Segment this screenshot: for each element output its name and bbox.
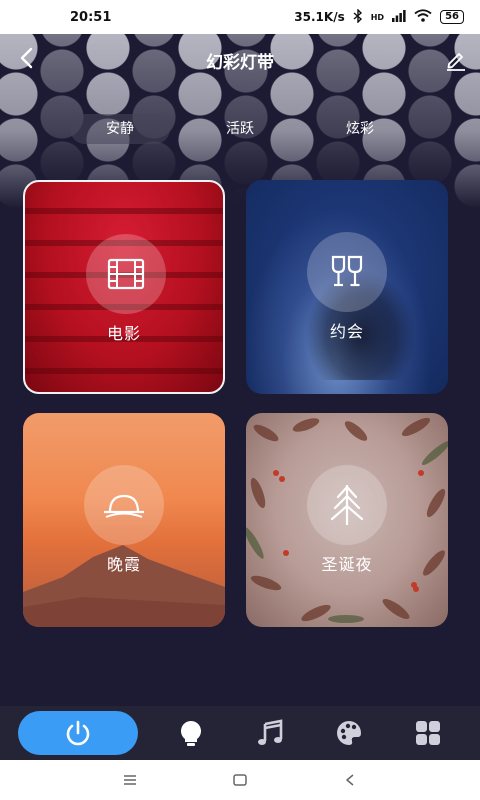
scene-label-movie: 电影: [106, 324, 141, 343]
page-title: 幻彩灯带: [206, 53, 274, 73]
status-time: 20:51: [70, 9, 112, 25]
network-speed: 35.1K/s: [294, 10, 345, 24]
scene-label-christmas-eve: 圣诞夜: [321, 555, 373, 574]
tab-quiet[interactable]: 安静: [70, 114, 170, 144]
home-button[interactable]: [228, 770, 252, 790]
recent-apps-button[interactable]: [118, 770, 142, 790]
wifi-icon: [414, 9, 432, 25]
film-icon: [107, 258, 145, 290]
tab-lively[interactable]: 活跃: [190, 114, 290, 144]
status-right: 35.1K/s HD 56: [294, 7, 464, 26]
bottom-nav: [0, 706, 480, 760]
edit-button[interactable]: [444, 48, 468, 72]
square-icon: [233, 774, 247, 786]
bulb-icon: [181, 721, 201, 746]
pencil-icon: [447, 53, 465, 71]
scene-icon-circle: [84, 465, 164, 545]
wine-glasses-icon: [331, 255, 363, 287]
nav-music-button[interactable]: [255, 718, 285, 748]
nav-more-button[interactable]: [413, 718, 443, 748]
nav-power-button[interactable]: [18, 711, 138, 755]
scene-card-christmas-eve[interactable]: 圣诞夜: [246, 413, 448, 627]
nav-bulb-button[interactable]: [176, 718, 206, 748]
system-nav-bar: [0, 760, 480, 800]
grid-icon: [416, 721, 440, 745]
christmas-tree-icon: [330, 485, 364, 525]
battery-indicator: 56: [440, 10, 464, 24]
scene-card-movie[interactable]: 电影: [23, 180, 225, 394]
signal-icon: [392, 9, 406, 25]
status-bar: 20:51 35.1K/s HD 56: [0, 0, 480, 34]
nav-palette-button[interactable]: [334, 718, 364, 748]
top-bar: 幻彩灯带: [0, 42, 480, 78]
scene-icon-circle: [86, 234, 166, 314]
palette-icon: [337, 721, 361, 745]
power-icon: [66, 720, 90, 746]
network-type: HD: [370, 12, 385, 22]
music-note-icon: [258, 719, 283, 745]
scene-icon-circle: [307, 232, 387, 312]
triangle-back-icon: [346, 774, 354, 786]
tab-colorful[interactable]: 炫彩: [310, 114, 410, 144]
scene-card-sunset[interactable]: 晚霞: [23, 413, 225, 627]
scene-icon-circle: [307, 465, 387, 545]
scene-label-sunset: 晚霞: [106, 555, 141, 574]
scene-card-date[interactable]: 约会: [246, 180, 448, 394]
app-screen: 幻彩灯带 安静 活跃 炫彩 电影 约会 晚霞 圣诞夜: [0, 34, 480, 760]
mode-segmented-control: 安静 活跃 炫彩: [70, 114, 410, 144]
sunset-icon: [104, 494, 144, 518]
menu-icon: [124, 775, 136, 785]
scene-label-date: 约会: [329, 322, 364, 341]
bluetooth-icon: [353, 7, 363, 26]
system-back-button[interactable]: [338, 770, 362, 790]
